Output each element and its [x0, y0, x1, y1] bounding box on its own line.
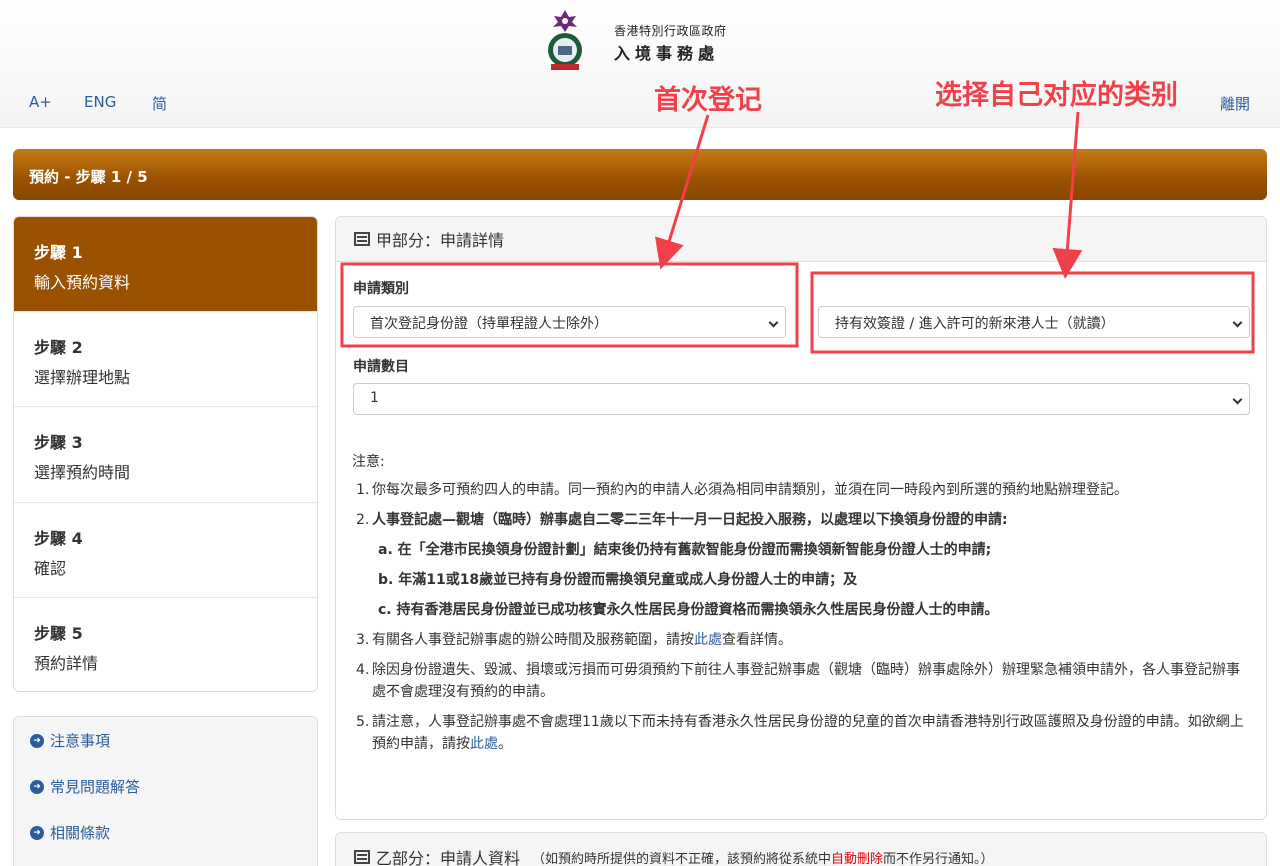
notes-link-label: 注意事項	[50, 732, 111, 750]
table-icon	[354, 232, 370, 246]
subcategory-select-value: 持有效簽證 / 進入許可的新來港人士（就讀）	[835, 316, 1115, 332]
chevron-down-icon	[768, 317, 779, 328]
arrow-circle-icon: ➜	[30, 779, 44, 794]
step-label: 選擇預約時間	[34, 463, 131, 483]
office-hours-link[interactable]: 此處	[694, 632, 722, 648]
help-links-panel: ➜ 注意事項 ➜ 常見問題解答 ➜ 相關條款	[13, 716, 318, 866]
online-booking-link[interactable]: 此處	[470, 736, 498, 752]
step-number: 步驟 3	[34, 433, 83, 453]
notes-section: 注意: 1. 你每次最多可預約四人的申請。同一預約內的申請人必須為相同申請類別，並…	[352, 451, 1252, 763]
note-3: 3. 有關各人事登記辦事處的辦公時間及服務範圍，請按此處查看詳情。	[356, 632, 792, 648]
step-5: 步驟 5 預約詳情	[14, 598, 317, 691]
section-b-header: 乙部分：申請人資料 （如預約時所提供的資料不正確，該預約將從系統中自動刪除而不作…	[335, 832, 1267, 866]
note-4: 4. 除因身份證遺失、毀滅、損壞或污損而可毋須預約下前往人事登記辦事處（觀塘（臨時…	[356, 662, 1240, 700]
step-3: 步驟 3 選擇預約時間	[14, 407, 317, 503]
subcategory-select[interactable]: 持有效簽證 / 進入許可的新來港人士（就讀）	[818, 306, 1250, 338]
step-label: 預約詳情	[34, 653, 99, 673]
chevron-down-icon	[1232, 394, 1243, 405]
step-2: 步驟 2 選擇辦理地點	[14, 312, 317, 408]
count-select-value: 1	[370, 390, 379, 406]
english-link[interactable]: ENG	[84, 93, 116, 111]
section-b-title: 乙部分：申請人資料	[376, 849, 521, 866]
faq-link[interactable]: ➜ 常見問題解答	[30, 775, 301, 798]
step-label: 輸入預約資料	[34, 273, 131, 292]
category-select-value: 首次登記身份證（持單程證人士除外）	[370, 316, 608, 332]
step-4: 步驟 4 確認	[14, 503, 317, 598]
section-a-header: 甲部分：申請詳情	[336, 217, 1266, 262]
notes-link[interactable]: ➜ 注意事項	[30, 729, 301, 752]
table-icon	[354, 850, 370, 864]
steps-sidebar: 步驟 1 輸入預約資料 步驟 2 選擇辦理地點 步驟 3 選擇預約時間 步驟 4…	[13, 216, 318, 692]
immd-logo	[548, 10, 582, 70]
notes-title: 注意:	[352, 454, 385, 470]
count-label: 申請數目	[353, 359, 409, 375]
terms-link-label: 相關條款	[50, 824, 111, 842]
arrow-circle-icon: ➜	[30, 733, 44, 748]
font-size-link[interactable]: A+	[29, 93, 52, 111]
step-banner: 預約 - 步驟 1 / 5	[13, 149, 1267, 200]
logo-text-gov: 香港特別行政區政府	[614, 24, 727, 38]
step-number: 步驟 2	[34, 338, 83, 358]
annotation-first-registration: 首次登记	[654, 85, 762, 116]
section-a-title: 甲部分：申請詳情	[376, 231, 505, 250]
category-select[interactable]: 首次登記身份證（持單程證人士除外）	[353, 306, 786, 338]
count-select[interactable]: 1	[353, 383, 1250, 415]
note-1: 1. 你每次最多可預約四人的申請。同一預約內的申請人必須為相同申請類別，並須在同一…	[356, 482, 1128, 498]
annotation-select-category: 选择自己对应的类别	[935, 80, 1178, 111]
step-number: 步驟 5	[34, 623, 83, 643]
step-number: 步驟 1	[34, 243, 83, 262]
exit-link[interactable]: 離開	[1220, 93, 1250, 114]
section-b-note: （如預約時所提供的資料不正確，該預約將從系統中自動刪除而不作另行通知。）	[532, 851, 994, 866]
chevron-down-icon	[1232, 317, 1243, 328]
category-label: 申請類別	[353, 281, 409, 297]
arrow-circle-icon: ➜	[30, 825, 44, 840]
note-2c: c. 持有香港居民身份證並已成功核實永久性居民身份證資格而需換領永久性居民身份證…	[378, 602, 999, 618]
auto-delete-text: 自動刪除	[831, 851, 884, 866]
logo-text-dept: 入境事務處	[614, 44, 720, 63]
note-2b: b. 年滿11或18歲並已持有身份證而需換領兒童或成人身份證人士的申請；及	[378, 572, 858, 588]
step-1: 步驟 1 輸入預約資料	[14, 217, 317, 313]
note-5: 5. 請注意，人事登記辦事處不會處理11歲以下而未持有香港永久性居民身份證的兒童的…	[356, 714, 1244, 752]
step-number: 步驟 4	[34, 528, 83, 548]
note-2a: a. 在「全港市民換領身份證計劃」結束後仍持有舊款智能身份證而需換領新智能身份證…	[378, 542, 992, 558]
note-2: 2. 人事登記處—觀塘（臨時）辦事處自二零二三年十一月一日起投入服務，以處理以下換…	[352, 509, 1252, 621]
section-a-panel: 甲部分：申請詳情 申請類別 首次登記身份證（持單程證人士除外） 持有效簽證 / …	[335, 216, 1267, 820]
step-label: 選擇辦理地點	[34, 368, 131, 388]
terms-link[interactable]: ➜ 相關條款	[30, 821, 301, 844]
step-label: 確認	[34, 558, 67, 578]
simplified-chinese-link[interactable]: 简	[152, 93, 167, 114]
faq-link-label: 常見問題解答	[50, 778, 141, 796]
